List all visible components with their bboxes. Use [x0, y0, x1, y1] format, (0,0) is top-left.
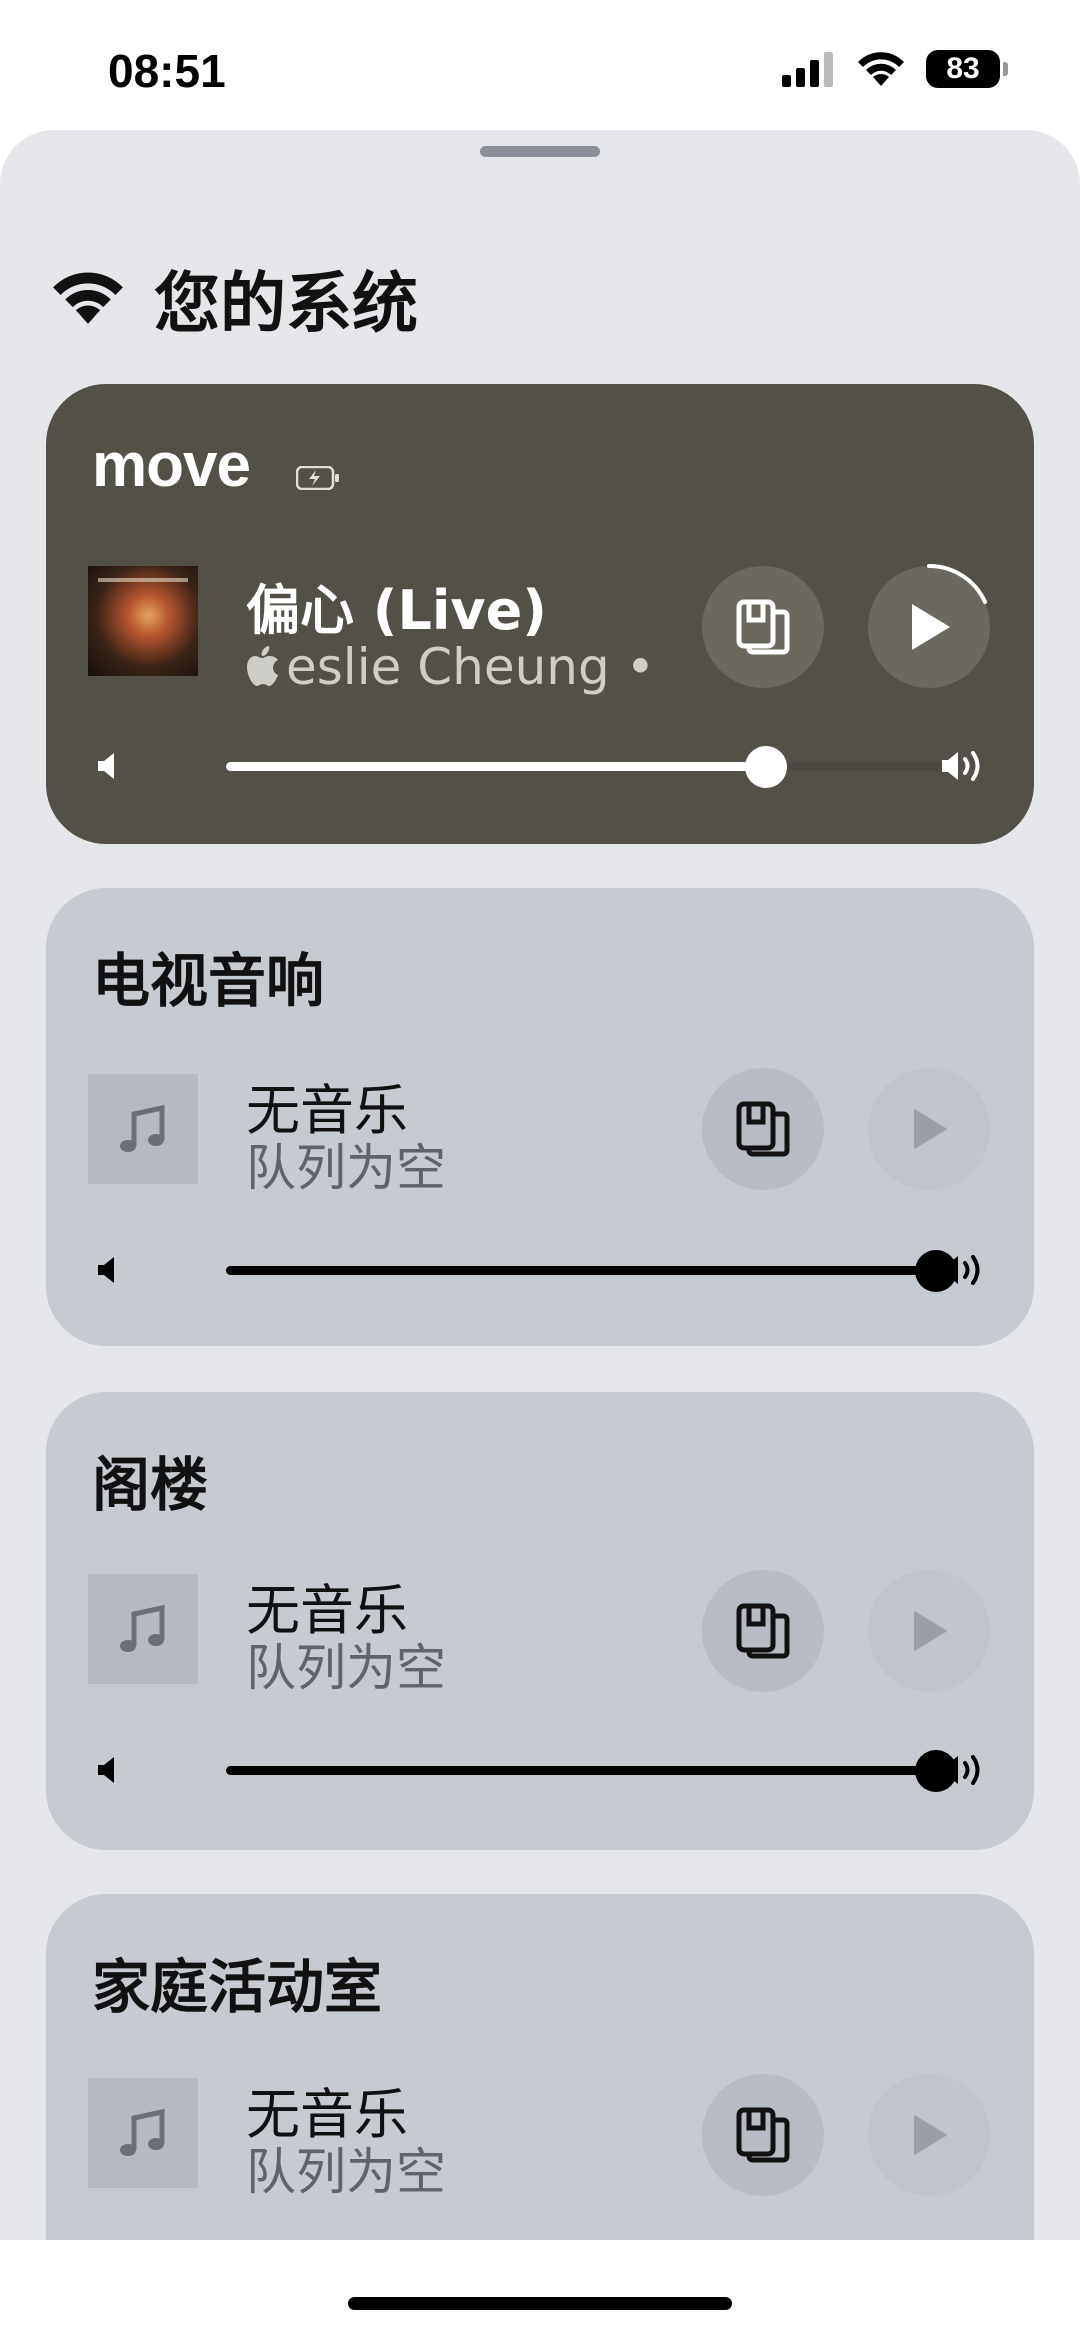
volume-up-icon[interactable]	[940, 1252, 986, 1288]
status-icons: 83	[782, 50, 1008, 88]
room-name: 电视音响	[92, 947, 325, 1015]
status-time: 08:51	[108, 45, 226, 97]
volume-fill	[226, 762, 766, 771]
volume-row	[96, 746, 986, 788]
volume-down-icon[interactable]	[96, 1254, 118, 1286]
queue-status: 队列为空	[246, 1639, 446, 1697]
play-button[interactable]	[868, 1068, 990, 1190]
status-bar: 08:51 83	[0, 0, 1080, 130]
play-icon	[914, 1610, 948, 1652]
volume-down-icon[interactable]	[96, 750, 118, 782]
queue-button[interactable]	[702, 1570, 824, 1692]
queue-icon	[736, 1101, 790, 1157]
play-button[interactable]	[868, 563, 990, 688]
room-name: 家庭活动室	[92, 1953, 383, 2021]
wifi-icon	[53, 272, 123, 324]
battery-charging-icon	[296, 466, 339, 490]
room-name: 阁楼	[92, 1451, 209, 1519]
queue-button[interactable]	[702, 566, 824, 688]
volume-up-icon[interactable]	[940, 748, 986, 784]
music-placeholder	[88, 1074, 198, 1184]
play-button[interactable]	[868, 2074, 990, 2196]
room-card-tv-sound[interactable]: 电视音响 无音乐 队列为空	[46, 888, 1034, 1346]
volume-track[interactable]	[226, 1266, 936, 1275]
battery-icon: 83	[926, 50, 1008, 88]
play-button[interactable]	[868, 1570, 990, 1692]
track-title: 偏心 (Live)	[246, 579, 547, 642]
queue-status: 队列为空	[246, 1139, 446, 1197]
sheet-grabber[interactable]	[480, 146, 600, 157]
section-header: 您的系统	[50, 250, 418, 346]
track-artist: eslie Cheung •	[286, 638, 656, 696]
section-title: 您的系统	[154, 265, 418, 342]
play-icon	[914, 1108, 948, 1150]
room-card-family-room[interactable]: 家庭活动室 无音乐 队列为空	[46, 1894, 1034, 2240]
progress-ring-icon	[927, 563, 987, 604]
music-placeholder	[88, 2078, 198, 2188]
room-card-attic[interactable]: 阁楼 无音乐 队列为空	[46, 1392, 1034, 1850]
system-sheet: 您的系统 move 偏心 (Live) eslie Cheung • 电视音响 …	[0, 130, 1080, 2240]
home-indicator[interactable]	[348, 2297, 732, 2310]
queue-icon	[736, 2107, 790, 2163]
volume-slider-knob[interactable]	[745, 746, 787, 788]
volume-row	[96, 1750, 986, 1792]
volume-track[interactable]	[226, 1766, 936, 1775]
music-note-icon	[120, 2108, 165, 2156]
track-subtitle-row: eslie Cheung •	[246, 638, 696, 702]
music-note-icon	[120, 1104, 165, 1152]
volume-up-icon[interactable]	[940, 1752, 986, 1788]
music-note-icon	[120, 1604, 165, 1652]
wifi-icon	[858, 52, 904, 86]
queue-status: 队列为空	[246, 2143, 446, 2201]
queue-button[interactable]	[702, 1068, 824, 1190]
music-placeholder	[88, 1574, 198, 1684]
play-icon	[914, 2114, 948, 2156]
queue-icon	[736, 1603, 790, 1659]
room-name: move	[92, 431, 251, 500]
queue-button[interactable]	[702, 2074, 824, 2196]
volume-down-icon[interactable]	[96, 1754, 118, 1786]
room-card-move[interactable]: move 偏心 (Live) eslie Cheung •	[46, 384, 1034, 844]
queue-icon	[736, 599, 790, 655]
apple-music-icon	[247, 646, 278, 686]
album-art	[88, 566, 198, 676]
cellular-signal-icon	[782, 52, 833, 87]
volume-row	[96, 1250, 986, 1292]
